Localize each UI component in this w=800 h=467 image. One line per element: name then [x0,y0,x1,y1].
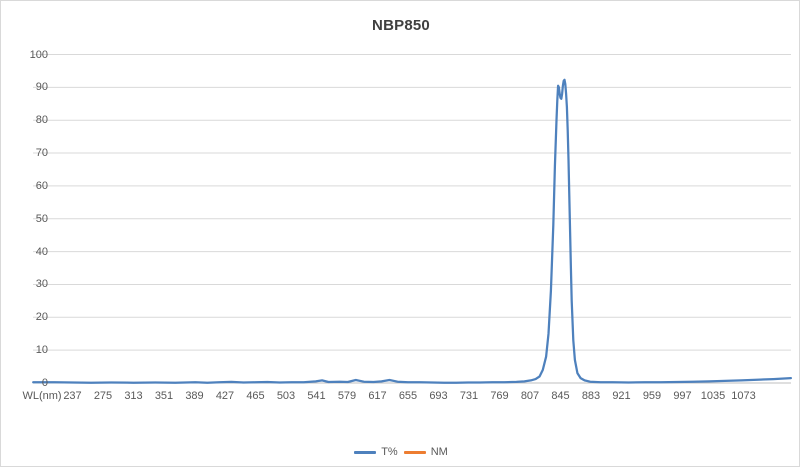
y-axis-tick-label: 40 [1,246,48,258]
y-axis-tick-label: 90 [1,81,48,93]
x-axis-tick-label: 1073 [717,390,771,402]
y-axis-tick-label: 80 [1,114,48,126]
legend: T% NM [1,446,800,458]
y-axis-tick-label: 30 [1,278,48,290]
legend-item-nm: NM [404,446,448,458]
legend-swatch-t-percent-icon [354,451,376,454]
y-axis-tick-label: 20 [1,311,48,323]
legend-swatch-nm-icon [404,451,426,454]
y-axis-tick-label: 100 [1,49,48,61]
chart: NBP850 0102030405060708090100WL(nm)23727… [0,0,800,467]
legend-label-t-percent: T% [381,446,398,458]
y-axis-tick-label: 10 [1,344,48,356]
y-axis-tick-label: 60 [1,180,48,192]
y-axis-tick-label: 0 [1,377,48,389]
legend-item-t-percent: T% [354,446,398,458]
legend-label-nm: NM [431,446,448,458]
y-axis-tick-label: 70 [1,147,48,159]
y-axis-tick-label: 50 [1,213,48,225]
series-line-t [33,80,791,383]
